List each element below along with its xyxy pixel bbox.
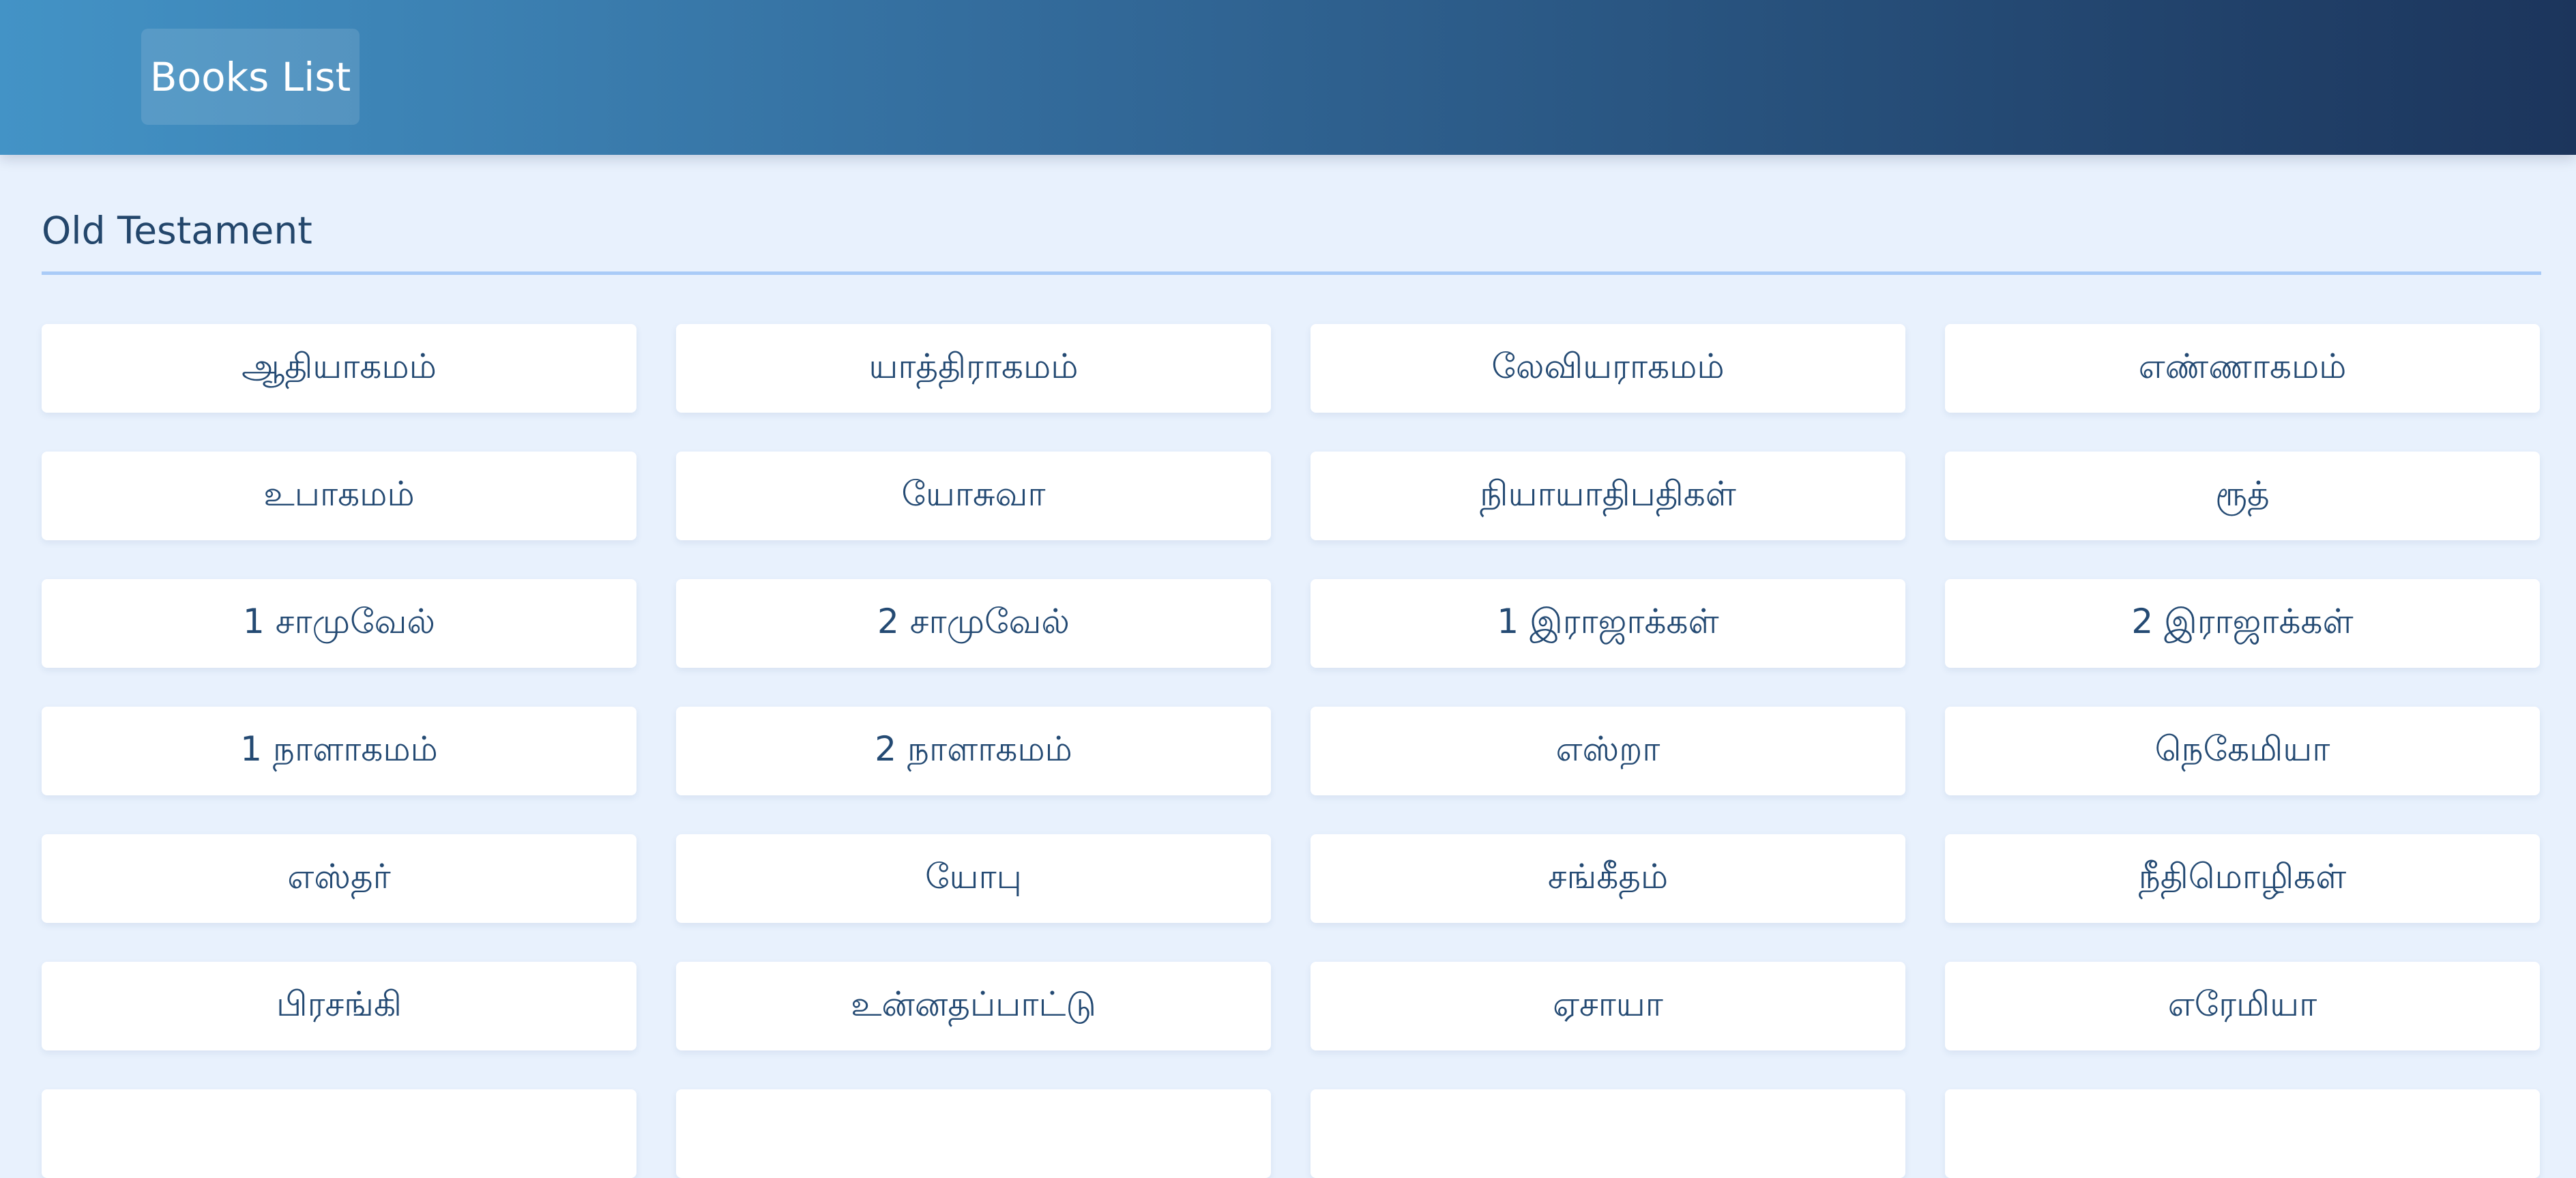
- section-divider: [42, 271, 2541, 275]
- book-card[interactable]: 2 நாளாகமம்: [676, 707, 1271, 795]
- book-card[interactable]: 1 இராஜாக்கள்: [1311, 579, 1905, 668]
- book-card[interactable]: 1 நாளாகமம்: [42, 707, 636, 795]
- book-card[interactable]: யாத்திராகமம்: [676, 324, 1271, 413]
- book-card[interactable]: ஏசாயா: [1311, 962, 1905, 1050]
- books-list-nav-button[interactable]: Books List: [141, 29, 360, 125]
- book-card[interactable]: [42, 1089, 636, 1178]
- book-card[interactable]: நியாயாதிபதிகள்: [1311, 452, 1905, 540]
- book-card[interactable]: உன்னதப்பாட்டு: [676, 962, 1271, 1050]
- book-card[interactable]: எரேமியா: [1945, 962, 2540, 1050]
- book-card[interactable]: நெகேமியா: [1945, 707, 2540, 795]
- book-card[interactable]: யோசுவா: [676, 452, 1271, 540]
- book-card[interactable]: [1311, 1089, 1905, 1178]
- books-grid: ஆதியாகமம் யாத்திராகமம் லேவியராகமம் எண்ணா…: [42, 324, 2540, 1178]
- book-card[interactable]: சங்கீதம்: [1311, 834, 1905, 923]
- book-card[interactable]: ஆதியாகமம்: [42, 324, 636, 413]
- book-card[interactable]: நீதிமொழிகள்: [1945, 834, 2540, 923]
- book-card[interactable]: எண்ணாகமம்: [1945, 324, 2540, 413]
- book-card[interactable]: பிரசங்கி: [42, 962, 636, 1050]
- book-card[interactable]: உபாகமம்: [42, 452, 636, 540]
- book-card[interactable]: லேவியராகமம்: [1311, 324, 1905, 413]
- book-card[interactable]: 2 சாமுவேல்: [676, 579, 1271, 668]
- app-header: Books List: [0, 0, 2576, 155]
- book-card[interactable]: எஸ்தர்: [42, 834, 636, 923]
- book-card[interactable]: யோபு: [676, 834, 1271, 923]
- book-card[interactable]: [676, 1089, 1271, 1178]
- book-card[interactable]: ரூத்: [1945, 452, 2540, 540]
- section-title: Old Testament: [42, 209, 312, 252]
- book-card[interactable]: [1945, 1089, 2540, 1178]
- book-card[interactable]: 1 சாமுவேல்: [42, 579, 636, 668]
- book-card[interactable]: எஸ்றா: [1311, 707, 1905, 795]
- book-card[interactable]: 2 இராஜாக்கள்: [1945, 579, 2540, 668]
